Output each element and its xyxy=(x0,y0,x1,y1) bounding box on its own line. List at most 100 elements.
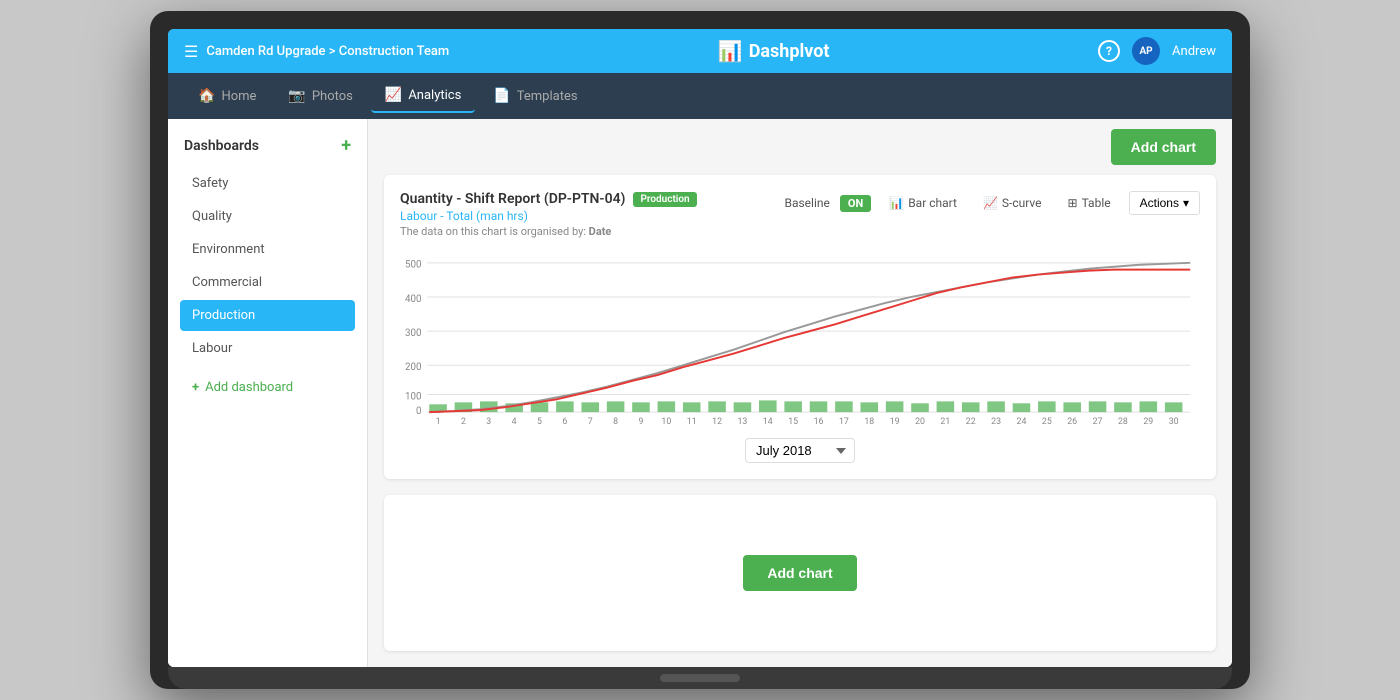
actions-chevron-icon: ▾ xyxy=(1183,196,1189,210)
svg-text:400: 400 xyxy=(405,294,421,305)
laptop-base xyxy=(168,667,1232,689)
bar-chart-icon: 📊 xyxy=(889,196,904,210)
svg-text:0: 0 xyxy=(416,406,421,417)
chart-header: Quantity - Shift Report (DP-PTN-04) Prod… xyxy=(400,191,1200,238)
baseline-label: Baseline xyxy=(784,196,829,210)
s-curve-button[interactable]: 📈 S-curve xyxy=(975,192,1050,214)
chart-subtitle: Labour - Total (man hrs) xyxy=(400,209,697,223)
svg-text:1: 1 xyxy=(436,417,441,426)
logo-icon: 📊 xyxy=(718,39,743,63)
sidebar-item-commercial[interactable]: Commercial xyxy=(180,267,355,298)
s-curve-icon: 📈 xyxy=(983,196,998,210)
add-dashboard-icon[interactable]: + xyxy=(341,135,351,156)
analytics-icon: 📈 xyxy=(385,87,402,103)
screen: ☰ Camden Rd Upgrade > Construction Team … xyxy=(168,29,1232,667)
add-chart-button[interactable]: Add chart xyxy=(1111,129,1216,165)
svg-text:25: 25 xyxy=(1042,417,1052,426)
svg-text:27: 27 xyxy=(1093,417,1103,426)
app-title: Dashplvot xyxy=(749,41,830,62)
on-badge[interactable]: ON xyxy=(840,195,871,212)
add-dashboard-button[interactable]: + Add dashboard xyxy=(180,372,355,403)
add-dashboard-label: Add dashboard xyxy=(205,380,293,395)
svg-text:300: 300 xyxy=(405,328,421,339)
sidebar: Dashboards + Safety Quality Environment … xyxy=(168,119,368,667)
svg-text:11: 11 xyxy=(687,417,697,426)
templates-icon: 📄 xyxy=(493,88,510,104)
nav-label-home: Home xyxy=(221,89,256,104)
top-bar: ☰ Camden Rd Upgrade > Construction Team … xyxy=(168,29,1232,73)
svg-text:6: 6 xyxy=(562,417,567,426)
main-layout: Dashboards + Safety Quality Environment … xyxy=(168,119,1232,667)
actions-label: Actions xyxy=(1140,196,1179,210)
svg-text:2: 2 xyxy=(461,417,466,426)
avatar: AP xyxy=(1132,37,1160,65)
chart-card-1: Quantity - Shift Report (DP-PTN-04) Prod… xyxy=(384,175,1216,479)
chart-svg: 500 400 300 200 100 0 xyxy=(400,246,1200,426)
table-button[interactable]: ⊞ Table xyxy=(1060,192,1119,214)
table-label: Table xyxy=(1082,196,1111,210)
s-curve-label: S-curve xyxy=(1002,196,1042,210)
svg-text:20: 20 xyxy=(915,417,925,426)
photos-icon: 📷 xyxy=(288,88,305,104)
chart-title: Quantity - Shift Report (DP-PTN-04) Prod… xyxy=(400,191,697,207)
laptop-notch xyxy=(660,674,740,682)
laptop-frame: ☰ Camden Rd Upgrade > Construction Team … xyxy=(150,11,1250,689)
nav-item-home[interactable]: 🏠 Home xyxy=(184,80,270,112)
home-icon: 🏠 xyxy=(198,88,215,104)
svg-text:19: 19 xyxy=(890,417,900,426)
nav-item-templates[interactable]: 📄 Templates xyxy=(479,80,591,112)
svg-text:29: 29 xyxy=(1143,417,1153,426)
svg-text:18: 18 xyxy=(864,417,874,426)
sidebar-item-environment[interactable]: Environment xyxy=(180,234,355,265)
svg-text:21: 21 xyxy=(940,417,950,426)
actions-button[interactable]: Actions ▾ xyxy=(1129,191,1200,215)
svg-text:30: 30 xyxy=(1169,417,1179,426)
content-area: Add chart Quantity - Shift Report (DP-PT… xyxy=(368,119,1232,667)
svg-text:15: 15 xyxy=(788,417,798,426)
svg-text:13: 13 xyxy=(738,417,748,426)
help-icon[interactable]: ? xyxy=(1098,40,1120,62)
nav-item-photos[interactable]: 📷 Photos xyxy=(274,80,366,112)
table-icon: ⊞ xyxy=(1068,196,1078,210)
chart-meta: The data on this chart is organised by: … xyxy=(400,225,697,238)
chart-title-text: Quantity - Shift Report (DP-PTN-04) xyxy=(400,191,625,207)
date-select[interactable]: July 2018 June 2018 August 2018 xyxy=(745,438,855,463)
nav-label-photos: Photos xyxy=(312,89,353,104)
svg-text:22: 22 xyxy=(966,417,976,426)
svg-text:200: 200 xyxy=(405,362,421,373)
chart-svg-container: 500 400 300 200 100 0 xyxy=(400,246,1200,430)
sidebar-item-quality[interactable]: Quality xyxy=(180,201,355,232)
svg-text:100: 100 xyxy=(405,391,421,402)
svg-text:16: 16 xyxy=(814,417,824,426)
svg-text:5: 5 xyxy=(537,417,542,426)
svg-text:500: 500 xyxy=(405,260,421,271)
hamburger-icon[interactable]: ☰ xyxy=(184,42,198,61)
nav-bar: 🏠 Home 📷 Photos 📈 Analytics 📄 Templates xyxy=(168,73,1232,119)
sidebar-item-production[interactable]: Production xyxy=(180,300,355,331)
chart-controls: Baseline ON 📊 Bar chart 📈 S-curve xyxy=(784,191,1200,215)
sidebar-item-labour[interactable]: Labour xyxy=(180,333,355,364)
chart-date-selector: July 2018 June 2018 August 2018 xyxy=(400,438,1200,463)
sidebar-item-safety[interactable]: Safety xyxy=(180,168,355,199)
bar-chart-button[interactable]: 📊 Bar chart xyxy=(881,192,965,214)
svg-text:4: 4 xyxy=(512,417,517,426)
nav-label-templates: Templates xyxy=(517,89,578,104)
svg-text:23: 23 xyxy=(991,417,1001,426)
chart-title-section: Quantity - Shift Report (DP-PTN-04) Prod… xyxy=(400,191,697,238)
production-badge: Production xyxy=(633,192,696,207)
svg-text:28: 28 xyxy=(1118,417,1128,426)
top-bar-right: ? AP Andrew xyxy=(1098,37,1216,65)
svg-text:3: 3 xyxy=(486,417,491,426)
top-bar-left: ☰ Camden Rd Upgrade > Construction Team xyxy=(184,42,449,61)
content-header: Add chart xyxy=(368,119,1232,175)
sidebar-title: Dashboards xyxy=(184,138,259,154)
svg-text:7: 7 xyxy=(588,417,593,426)
username: Andrew xyxy=(1172,44,1216,59)
svg-text:24: 24 xyxy=(1017,417,1027,426)
svg-text:9: 9 xyxy=(639,417,644,426)
nav-item-analytics[interactable]: 📈 Analytics xyxy=(371,79,475,113)
svg-text:26: 26 xyxy=(1067,417,1077,426)
svg-text:14: 14 xyxy=(763,417,773,426)
empty-chart-card: Add chart xyxy=(384,495,1216,651)
add-chart-center-button[interactable]: Add chart xyxy=(743,555,856,591)
